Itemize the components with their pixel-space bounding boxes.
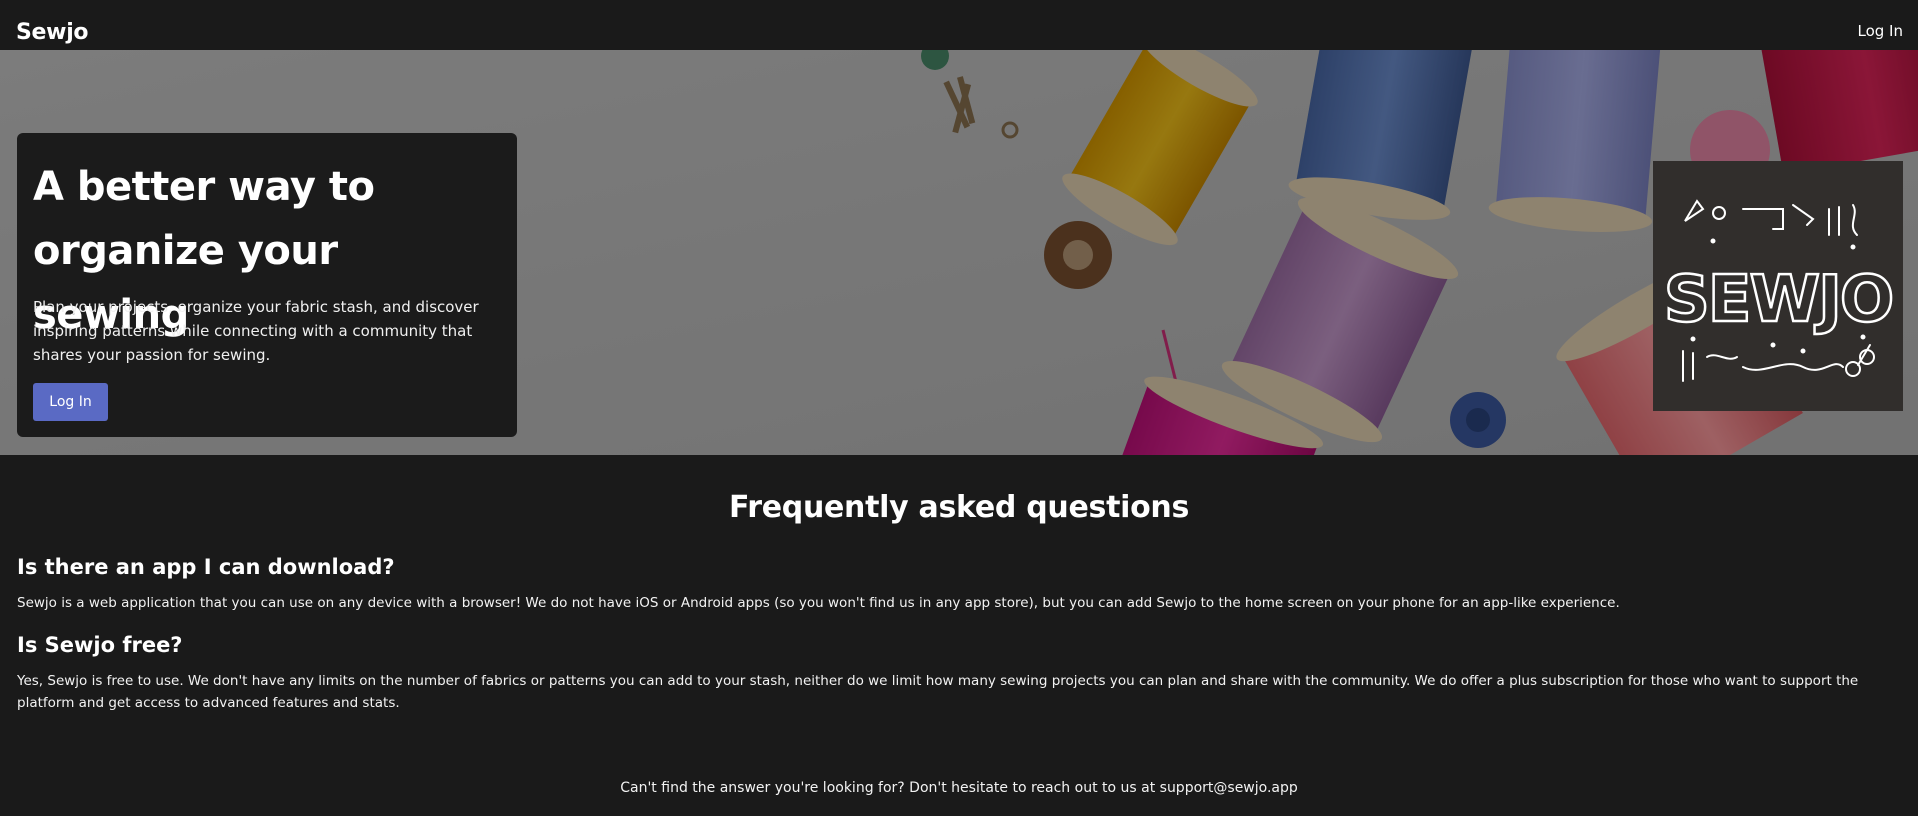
sewjo-logo-image: SEWJO (1653, 161, 1903, 411)
faq-question: Is there an app I can download? (17, 555, 395, 579)
faq-heading: Frequently asked questions (728, 490, 1190, 525)
logo-wordmark: SEWJO (1664, 263, 1893, 337)
faq-question: Is Sewjo free? (17, 633, 183, 657)
hero-description: Plan your projects, organize your fabric… (33, 298, 479, 364)
faq-answer: Sewjo is a web application that you can … (17, 595, 1620, 611)
sewjo-illustrated-logo-icon: SEWJO (1662, 199, 1896, 382)
header-login-link[interactable]: Log In (1858, 22, 1904, 40)
faq-answer: Yes, Sewjo is free to use. We don't have… (17, 673, 1859, 711)
support-contact-note: Can't find the answer you're looking for… (620, 780, 1298, 796)
brand-logo-text[interactable]: Sewjo (16, 20, 89, 45)
hero-card: A better way to organize your sewing Pla… (17, 133, 517, 437)
hero-login-button[interactable]: Log In (33, 383, 108, 421)
top-navbar: Sewjo Log In (0, 0, 1918, 50)
hero-section: A better way to organize your sewing Pla… (0, 50, 1918, 455)
